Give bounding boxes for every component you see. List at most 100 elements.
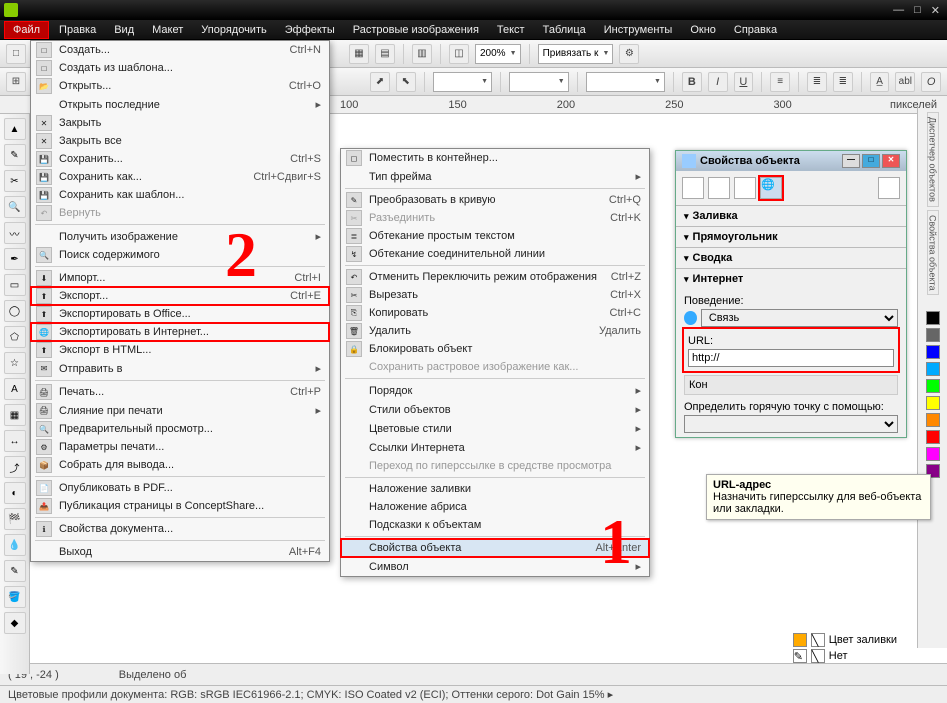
color-swatch[interactable] xyxy=(926,345,940,359)
file-menu-item[interactable]: □Создать из шаблона... xyxy=(31,59,329,77)
shapes-tool[interactable]: ☆ xyxy=(4,352,26,374)
file-menu-item[interactable]: ✕Закрыть все xyxy=(31,132,329,150)
file-menu-item[interactable]: Получить изображение▸ xyxy=(31,227,329,246)
menu-layout[interactable]: Макет xyxy=(144,22,191,38)
tb-combo[interactable] xyxy=(433,72,493,92)
connector-tool[interactable]: ⤴ xyxy=(4,456,26,478)
panel-min[interactable]: — xyxy=(842,154,860,168)
pick-tool[interactable]: ▲ xyxy=(4,118,26,140)
file-menu-item[interactable]: ⬇Импорт...Ctrl+I xyxy=(31,269,329,287)
ellipse-tool[interactable]: ◯ xyxy=(4,300,26,322)
zoom-tool[interactable]: 🔍 xyxy=(4,196,26,218)
menu-text[interactable]: Текст xyxy=(489,22,533,38)
context-menu-item[interactable]: ⎘КопироватьCtrl+C xyxy=(341,304,649,322)
tb-btn[interactable]: ⬉ xyxy=(396,72,416,92)
fill-tool[interactable]: 🪣 xyxy=(4,586,26,608)
menu-file[interactable]: Файл xyxy=(4,21,49,39)
tb-btn[interactable]: ⊞ xyxy=(6,72,26,92)
dim-tool[interactable]: ↔ xyxy=(4,430,26,452)
file-menu-item[interactable]: 💾Сохранить...Ctrl+S xyxy=(31,150,329,168)
minimize-btn[interactable]: — xyxy=(890,4,907,17)
file-menu-item[interactable]: ⚙Параметры печати... xyxy=(31,438,329,456)
file-menu-item[interactable]: ВыходAlt+F4 xyxy=(31,543,329,561)
list-icon[interactable]: ≣ xyxy=(833,72,853,92)
snap-combo[interactable]: Привязать к xyxy=(538,44,614,64)
smart-tool[interactable]: ✒ xyxy=(4,248,26,270)
color-swatch[interactable] xyxy=(926,413,940,427)
color-swatch[interactable] xyxy=(926,430,940,444)
menu-edit[interactable]: Правка xyxy=(51,22,104,38)
text-tool[interactable]: A xyxy=(4,378,26,400)
file-menu-item[interactable]: 📤Публикация страницы в ConceptShare... xyxy=(31,497,329,515)
context-menu-item[interactable]: ◻Поместить в контейнер... xyxy=(341,149,649,167)
color-swatch[interactable] xyxy=(926,396,940,410)
hotspot-select[interactable] xyxy=(684,415,898,433)
behavior-select[interactable]: Связь xyxy=(701,309,898,327)
interactive-fill[interactable]: ◆ xyxy=(4,612,26,634)
sec-summary[interactable]: Сводка xyxy=(676,247,906,268)
tb-btn[interactable]: ▤ xyxy=(375,44,395,64)
tab-extra[interactable] xyxy=(878,177,900,199)
menu-arrange[interactable]: Упорядочить xyxy=(193,22,274,38)
file-menu-item[interactable]: ⬆Экспортировать в Office... xyxy=(31,305,329,323)
tab-transp[interactable] xyxy=(734,177,756,199)
tb-combo[interactable] xyxy=(586,72,665,92)
dropper-tool[interactable]: 💧 xyxy=(4,534,26,556)
sec-internet[interactable]: Интернет xyxy=(676,268,906,289)
char-icon[interactable]: A̲ xyxy=(870,72,890,92)
tb-btn[interactable]: ▦ xyxy=(349,44,369,64)
file-menu-item[interactable]: ℹСвойства документа... xyxy=(31,520,329,538)
context-menu-item[interactable]: ✎Преобразовать в кривуюCtrl+Q xyxy=(341,191,649,209)
context-menu-item[interactable]: 🗑УдалитьУдалить xyxy=(341,322,649,340)
tb-btn[interactable]: ⚙ xyxy=(619,44,639,64)
menu-view[interactable]: Вид xyxy=(106,22,142,38)
zoom-combo[interactable]: 200% xyxy=(475,44,521,64)
tab-outline[interactable] xyxy=(682,177,704,199)
color-swatch[interactable] xyxy=(926,328,940,342)
table-tool[interactable]: ▦ xyxy=(4,404,26,426)
sec-fill[interactable]: Заливка xyxy=(676,205,906,226)
list-icon[interactable]: ≣ xyxy=(807,72,827,92)
tb-btn[interactable]: ◫ xyxy=(449,44,469,64)
context-menu-item[interactable]: Наложение заливки xyxy=(341,480,649,498)
file-menu-item[interactable]: 🔍Поиск содержимого xyxy=(31,246,329,264)
close-btn[interactable]: ✕ xyxy=(928,4,943,17)
menu-effects[interactable]: Эффекты xyxy=(277,22,343,38)
file-menu-item[interactable]: ✉Отправить в▸ xyxy=(31,359,329,378)
align-icon[interactable]: ≡ xyxy=(770,72,790,92)
italic-icon[interactable]: I xyxy=(708,72,728,92)
panel-close[interactable]: ✕ xyxy=(882,154,900,168)
color-swatch[interactable] xyxy=(926,311,940,325)
maximize-btn[interactable]: □ xyxy=(911,4,924,17)
context-menu-item[interactable]: ✂ВырезатьCtrl+X xyxy=(341,286,649,304)
context-menu-item[interactable]: ≣Обтекание простым текстом xyxy=(341,227,649,245)
menu-window[interactable]: Окно xyxy=(682,22,724,38)
file-menu-item[interactable]: 🖨Печать...Ctrl+P xyxy=(31,383,329,401)
new-icon[interactable]: □ xyxy=(6,44,26,64)
file-menu-item[interactable]: 🔍Предварительный просмотр... xyxy=(31,420,329,438)
menu-bitmaps[interactable]: Растровые изображения xyxy=(345,22,487,38)
tab-internet[interactable]: 🌐 xyxy=(760,177,782,199)
outline-tool[interactable]: ✎ xyxy=(4,560,26,582)
file-menu-item[interactable]: □Создать...Ctrl+N xyxy=(31,41,329,59)
context-menu-item[interactable]: Ссылки Интернета▸ xyxy=(341,438,649,457)
sec-rect[interactable]: Прямоугольник xyxy=(676,226,906,247)
context-menu-item[interactable]: Цветовые стили▸ xyxy=(341,419,649,438)
tb-btn[interactable]: ▥ xyxy=(412,44,432,64)
menu-help[interactable]: Справка xyxy=(726,22,785,38)
polygon-tool[interactable]: ⬠ xyxy=(4,326,26,348)
file-menu-item[interactable]: 📦Собрать для вывода... xyxy=(31,456,329,474)
tab-fill[interactable] xyxy=(708,177,730,199)
context-menu-item[interactable]: Переход по гиперссылке в средстве просмо… xyxy=(341,457,649,475)
menu-tools[interactable]: Инструменты xyxy=(596,22,681,38)
tb-btn[interactable]: abl xyxy=(895,72,915,92)
file-menu-item[interactable]: ✕Закрыть xyxy=(31,114,329,132)
crop-tool[interactable]: ✂ xyxy=(4,170,26,192)
file-menu-item[interactable]: Открыть последние▸ xyxy=(31,95,329,114)
file-menu-item[interactable]: ⬆Экспорт в HTML... xyxy=(31,341,329,359)
file-menu-item[interactable]: 💾Сохранить как...Ctrl+Сдвиг+S xyxy=(31,168,329,186)
context-menu-item[interactable]: ✂РазъединитьCtrl+K xyxy=(341,209,649,227)
file-menu-item[interactable]: 💾Сохранить как шаблон... xyxy=(31,186,329,204)
url-input[interactable] xyxy=(688,349,894,367)
rect-tool[interactable]: ▭ xyxy=(4,274,26,296)
